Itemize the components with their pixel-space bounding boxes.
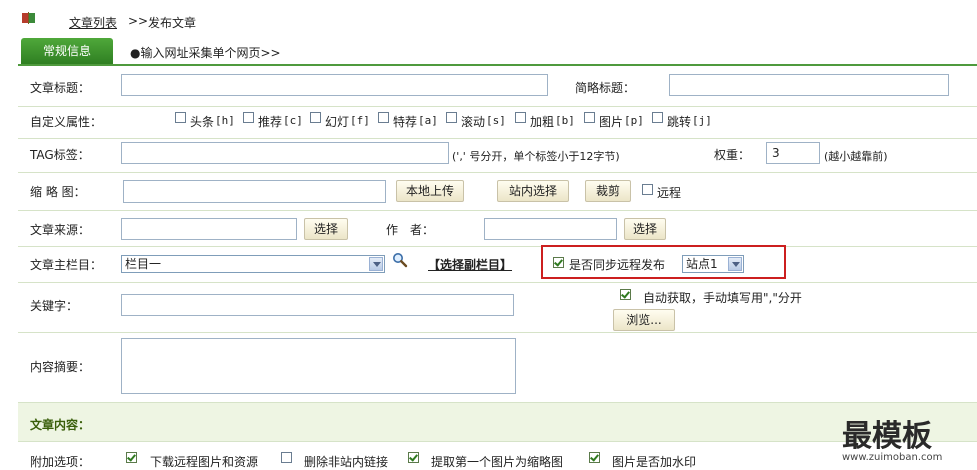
content-section-header (18, 403, 977, 442)
weight-hint: (越小越靠前) (824, 150, 888, 163)
author-input[interactable] (484, 218, 617, 240)
attr-label-f: 幻灯 (325, 115, 350, 129)
weight-input[interactable]: 3 (766, 142, 820, 164)
attr-label-p: 图片 (599, 115, 624, 129)
attr-label-j: 跳转 (667, 115, 692, 129)
author-select-button[interactable]: 选择 (624, 218, 666, 240)
weight-value: 3 (772, 146, 780, 160)
remote-label: 远程 (657, 186, 682, 200)
attr-code-a: [a] (418, 114, 438, 127)
tab-collect[interactable]: ●输入网址采集单个网页>> (130, 44, 281, 61)
attr-checkbox-h[interactable] (175, 112, 186, 123)
extra-checkbox-download[interactable] (126, 452, 137, 463)
attr-label-b: 加粗 (530, 115, 555, 129)
auto-get-label: 自动获取，手动填写用","分开 (643, 291, 802, 305)
attr-code-j: [j] (692, 114, 712, 127)
upload-button[interactable]: 本地上传 (396, 180, 464, 202)
attr-checkbox-b[interactable] (515, 112, 526, 123)
book-icon (22, 12, 36, 24)
extra-checkbox-remove-links[interactable] (281, 452, 292, 463)
breadcrumb-current: 发布文章 (148, 16, 197, 30)
content-section-label: 文章内容： (30, 418, 91, 432)
attr-checkbox-c[interactable] (243, 112, 254, 123)
keyword-label: 关键字： (30, 299, 79, 313)
extra-options-label: 附加选项： (30, 455, 91, 469)
search-icon[interactable] (392, 252, 408, 268)
attr-code-f: [f] (350, 114, 370, 127)
extra-label-download: 下载远程图片和资源 (150, 455, 259, 469)
source-label: 文章来源： (30, 223, 91, 237)
remote-checkbox[interactable] (642, 184, 653, 195)
thumb-input[interactable] (123, 180, 386, 203)
attr-checkbox-p[interactable] (584, 112, 595, 123)
breadcrumb-separator: >> (128, 14, 149, 28)
site-select[interactable]: 站点1 (682, 255, 744, 273)
watermark-brand: 最模板 (842, 419, 932, 454)
auto-get-checkbox[interactable] (620, 289, 631, 300)
attr-label-h: 头条 (190, 115, 215, 129)
extra-label-remove-links: 删除非站内链接 (304, 455, 389, 469)
article-list-link[interactable]: 文章列表 (69, 14, 117, 31)
tag-label: TAG标签： (30, 148, 90, 162)
column-select-value: 栏目一 (125, 257, 162, 271)
attr-code-s: [s] (486, 114, 506, 127)
chevron-down-icon (728, 257, 742, 271)
watermark-url: www.zuimoban.com (842, 452, 943, 463)
attr-checkbox-s[interactable] (446, 112, 457, 123)
short-title-label: 简略标题： (575, 81, 636, 95)
extra-label-watermark: 图片是否加水印 (612, 455, 697, 469)
custom-attr-label: 自定义属性： (30, 115, 103, 129)
source-input[interactable] (121, 218, 297, 240)
attr-label-s: 滚动 (461, 115, 486, 129)
weight-label: 权重： (714, 148, 751, 162)
summary-label: 内容摘要： (30, 360, 91, 374)
attr-checkbox-j[interactable] (652, 112, 663, 123)
attr-checkbox-f[interactable] (310, 112, 321, 123)
title-label: 文章标题： (30, 81, 91, 95)
source-select-button[interactable]: 选择 (304, 218, 348, 240)
column-select[interactable]: 栏目一 (121, 255, 385, 273)
attr-code-c: [c] (283, 114, 303, 127)
short-title-input[interactable] (669, 74, 949, 96)
attr-checkbox-a[interactable] (378, 112, 389, 123)
extra-checkbox-watermark[interactable] (589, 452, 600, 463)
attr-code-h: [h] (215, 114, 235, 127)
tab-general-label: 常规信息 (42, 44, 91, 58)
attr-label-c: 推荐 (258, 115, 283, 129)
title-input[interactable] (121, 74, 548, 96)
crop-button[interactable]: 裁剪 (585, 180, 631, 202)
keyword-input[interactable] (121, 294, 514, 316)
attr-code-b: [b] (555, 114, 575, 127)
browse-button[interactable]: 浏览... (613, 309, 675, 331)
sync-checkbox[interactable] (553, 257, 564, 268)
summary-textarea[interactable] (121, 338, 516, 394)
thumb-label: 缩 略 图： (30, 185, 86, 199)
site-select-button[interactable]: 站内选择 (497, 180, 569, 202)
tab-general[interactable]: 常规信息 (21, 38, 113, 64)
extra-checkbox-first-image[interactable] (408, 452, 419, 463)
attr-label-a: 特荐 (393, 115, 418, 129)
tag-input[interactable] (121, 142, 449, 164)
extra-label-first-image: 提取第一个图片为缩略图 (431, 455, 564, 469)
column-label: 文章主栏目： (30, 258, 103, 272)
author-label: 作 者： (386, 223, 435, 237)
tag-hint: (',' 号分开，单个标签小于12字节) (452, 150, 620, 163)
attr-code-p: [p] (624, 114, 644, 127)
sub-column-link[interactable]: 【选择副栏目】 (428, 256, 512, 273)
chevron-down-icon (369, 257, 383, 271)
sync-label: 是否同步远程发布 (569, 258, 666, 272)
site-select-value: 站点1 (686, 257, 718, 271)
